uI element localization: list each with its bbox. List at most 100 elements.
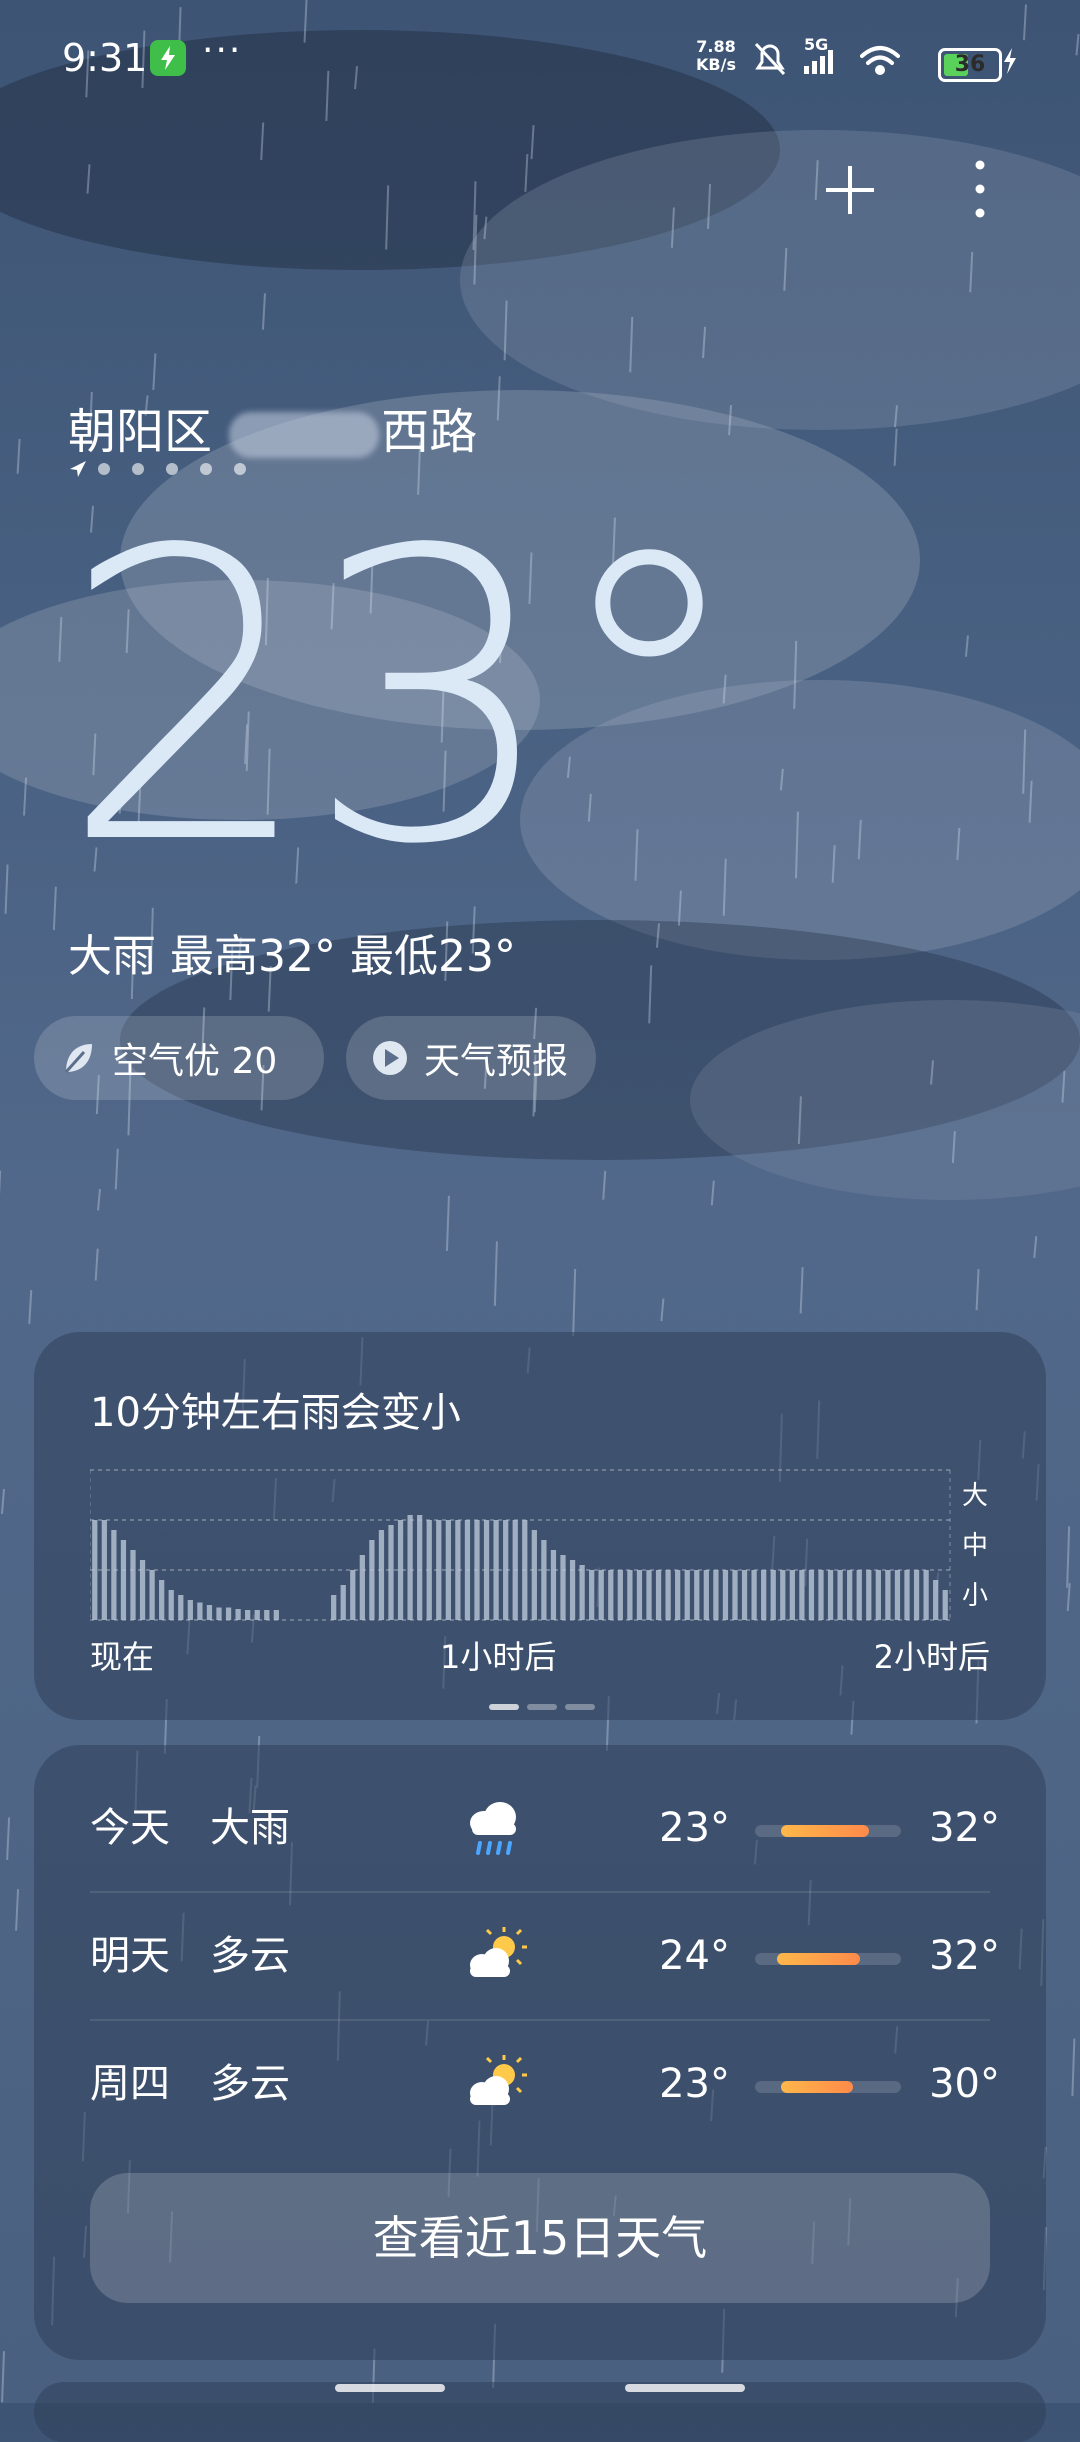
chart-bar	[341, 1585, 346, 1620]
chart-bar	[111, 1530, 116, 1620]
chart-bar	[503, 1520, 508, 1620]
chart-bar	[130, 1550, 135, 1620]
rain-nowcast-card[interactable]: 10分钟左右雨会变小 小中大 现在 1小时后 2小时后	[34, 1332, 1046, 1720]
heavy-rain-icon	[460, 1795, 530, 1861]
view-15-day-forecast-button[interactable]: 查看近15日天气	[90, 2173, 990, 2303]
next-card-peek	[34, 2382, 1046, 2442]
weather-forecast-video-chip[interactable]: 天气预报	[346, 1016, 596, 1100]
chart-bar	[541, 1540, 546, 1620]
chart-bar	[379, 1530, 384, 1620]
chart-bar	[484, 1520, 489, 1620]
air-quality-chip[interactable]: 空气优 20	[34, 1016, 324, 1100]
temperature-range-bar	[755, 1953, 901, 1965]
rain-streak	[708, 184, 710, 229]
chart-level-label: 大	[962, 1481, 988, 1511]
chart-bar	[551, 1550, 556, 1620]
more-options-button[interactable]	[960, 155, 1000, 225]
chart-bar	[149, 1570, 154, 1620]
charging-bolt-icon	[1004, 48, 1016, 74]
tick-label: 1小时后	[440, 1632, 556, 1678]
forecast-row[interactable]: 周四 多云 23° 30°	[90, 2021, 1000, 2147]
chart-bar	[790, 1570, 795, 1620]
nowcast-title: 10分钟左右雨会变小	[90, 1380, 461, 1438]
air-quality-label: 空气优 20	[112, 1032, 277, 1084]
forecast-high: 32°	[910, 1765, 1000, 1891]
rain-streak	[1034, 1236, 1036, 1258]
chart-bar	[446, 1520, 451, 1620]
location-title[interactable]: 朝阳区 西路	[68, 392, 477, 462]
weather-forecast-label: 天气预报	[424, 1032, 568, 1084]
chart-bar	[818, 1570, 823, 1620]
chart-bar	[398, 1520, 403, 1620]
chart-bar	[570, 1560, 575, 1620]
rain-streak	[794, 641, 796, 709]
chart-bar	[560, 1555, 565, 1620]
chart-bar	[809, 1570, 814, 1620]
leaf-icon	[58, 1038, 98, 1078]
tick-label: 现在	[90, 1632, 154, 1678]
chart-bar	[331, 1595, 336, 1620]
forecast-row[interactable]: 今天 大雨 23° 32°	[90, 1765, 1000, 1891]
chart-bar	[828, 1570, 833, 1620]
partly-cloudy-icon	[460, 1923, 530, 1989]
rain-streak	[116, 1149, 118, 1190]
rain-streak	[796, 812, 798, 879]
rain-streak	[505, 301, 507, 361]
status-time: 9:31	[62, 36, 147, 80]
chart-bar	[723, 1570, 728, 1620]
daily-forecast-card: 今天 大雨 23° 32° 明天 多云 24° 32° 周四 多云 23°	[34, 1745, 1046, 2360]
forecast-condition: 多云	[210, 1893, 290, 2019]
forecast-condition: 大雨	[210, 1765, 290, 1891]
forecast-condition: 多云	[210, 2021, 290, 2147]
chart-bar	[608, 1570, 613, 1620]
chart-bar	[178, 1595, 183, 1620]
chart-bar	[427, 1520, 432, 1620]
chart-bar	[933, 1580, 938, 1620]
plus-icon	[826, 166, 874, 214]
chart-bar	[885, 1570, 890, 1620]
rain-streak	[498, 376, 500, 420]
rain-streak	[1067, 1526, 1069, 1587]
chart-bar	[599, 1570, 604, 1620]
rain-streak	[801, 1267, 803, 1313]
rain-streak	[895, 429, 897, 466]
rain-streak	[473, 181, 475, 250]
rain-streak	[603, 1171, 605, 1200]
chart-bar	[732, 1570, 737, 1620]
rain-streak	[833, 845, 835, 883]
chart-bar	[102, 1520, 107, 1620]
forecast-day: 周四	[90, 2021, 170, 2147]
rain-streak	[261, 122, 263, 160]
rain-streak	[966, 636, 968, 657]
chart-bar	[264, 1610, 269, 1620]
status-more-dots: ···	[202, 30, 242, 71]
chart-bar	[369, 1540, 374, 1620]
rain-streak	[2, 2351, 4, 2402]
chart-bar	[637, 1570, 642, 1620]
rain-streak	[970, 252, 972, 292]
more-vertical-icon	[976, 161, 985, 218]
rain-streak	[799, 1096, 801, 1144]
rain-streak	[153, 353, 155, 389]
add-city-button[interactable]	[820, 160, 880, 220]
battery-icon: 36	[938, 48, 1002, 82]
network-speed-unit: KB/s	[696, 56, 736, 74]
rain-streak	[729, 405, 731, 435]
mute-bell-icon	[756, 44, 784, 74]
chart-bar	[675, 1570, 680, 1620]
chart-bar	[207, 1605, 212, 1620]
chart-level-label: 小	[962, 1581, 988, 1611]
chart-bar	[417, 1515, 422, 1620]
rain-streak	[953, 1131, 955, 1163]
chart-bar	[618, 1570, 623, 1620]
chart-bar	[188, 1600, 193, 1620]
chart-bar	[780, 1570, 785, 1620]
forecast-high: 30°	[910, 2021, 1000, 2147]
redacted-street-name	[229, 412, 379, 458]
chart-time-axis: 现在 1小时后 2小时后	[90, 1632, 990, 1682]
chart-bar	[226, 1608, 231, 1621]
forecast-row[interactable]: 明天 多云 24° 32°	[90, 1893, 1000, 2019]
temperature-range-fill	[777, 1953, 860, 1965]
rain-streak	[977, 1269, 979, 1310]
rain-streak	[2, 1489, 4, 1514]
